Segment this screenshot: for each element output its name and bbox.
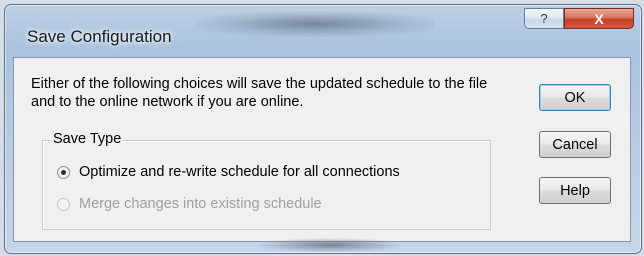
question-mark-icon: ? — [540, 11, 548, 26]
cancel-button[interactable]: Cancel — [539, 131, 611, 158]
bottom-blur — [260, 238, 400, 252]
radio-button-disabled — [57, 197, 70, 211]
radio-optimize-rewrite[interactable]: Optimize and re-write schedule for all c… — [57, 164, 400, 180]
description-text: Either of the following choices will sav… — [31, 76, 488, 110]
ok-button[interactable]: OK — [539, 84, 611, 111]
radio-button-selected[interactable] — [57, 165, 70, 179]
save-type-groupbox: Save Type Optimize and re-write schedule… — [42, 131, 491, 230]
help-button[interactable]: Help — [539, 177, 611, 204]
radio-optimize-label: Optimize and re-write schedule for all c… — [79, 164, 400, 180]
close-button[interactable]: X — [564, 8, 634, 29]
save-type-label: Save Type — [51, 131, 124, 147]
radio-merge-label: Merge changes into existing schedule — [79, 196, 322, 212]
save-configuration-dialog: Save Configuration ? X Either of the fol… — [4, 4, 642, 254]
close-icon: X — [594, 10, 604, 27]
title-bar-blur — [195, 11, 435, 37]
dialog-title: Save Configuration — [27, 27, 172, 46]
title-help-button[interactable]: ? — [524, 8, 564, 29]
dialog-body: Either of the following choices will sav… — [13, 57, 631, 242]
radio-merge-changes: Merge changes into existing schedule — [57, 196, 322, 212]
